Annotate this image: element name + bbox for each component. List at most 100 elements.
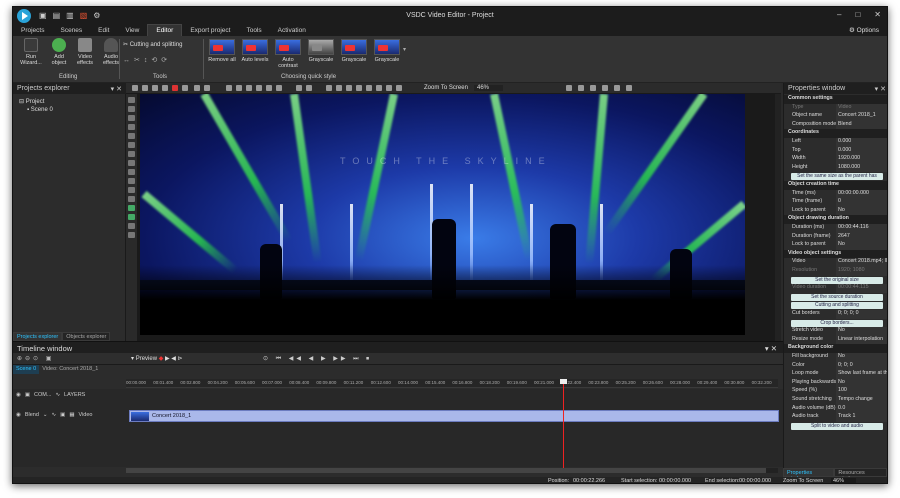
menu-view[interactable]: View — [117, 25, 147, 36]
move-left-icon[interactable] — [366, 85, 372, 91]
zoom-select[interactable]: 46% — [474, 85, 504, 91]
property-button-row[interactable]: Set the original size — [784, 276, 887, 285]
property-row[interactable]: Height 1080.000 — [784, 163, 887, 173]
options-button[interactable]: ⚙ Options — [849, 26, 879, 34]
section-label[interactable]: Object drawing duration — [784, 215, 887, 224]
property-button-row[interactable]: Split to video and audio — [784, 422, 887, 431]
cut-icon[interactable] — [142, 85, 148, 91]
cutting-splitting-button[interactable]: ✂ Cutting and splitting — [123, 41, 182, 48]
center-icon[interactable] — [386, 85, 392, 91]
snap-icon[interactable] — [578, 85, 584, 91]
status-zoom-select[interactable]: 46% — [831, 478, 857, 483]
transport-controls[interactable]: ⊙ ⏮ ◀◀ ◀ ▶ ▶▶ ⏭ ⏹ — [263, 355, 372, 363]
ungroup-icon[interactable] — [306, 85, 312, 91]
property-row[interactable]: Video Concert 2018.mp4; ID — [784, 258, 887, 267]
tab-scene-0[interactable]: Scene 0 — [13, 365, 40, 374]
video-effects-button[interactable]: Video effects — [73, 38, 97, 66]
align-middle-icon[interactable] — [266, 85, 272, 91]
property-row[interactable]: Duration (frame) 2647 — [784, 232, 887, 242]
chevron-down-icon[interactable]: ⌄ — [43, 412, 48, 418]
property-value[interactable]: No — [836, 378, 887, 388]
property-value[interactable]: No — [836, 206, 887, 216]
spectrum-tool-icon[interactable] — [128, 223, 135, 229]
property-row[interactable]: Color 0; 0; 0 — [784, 361, 887, 371]
property-row[interactable]: Audio track Track 1 — [784, 413, 887, 422]
property-value[interactable]: Blend — [836, 120, 887, 130]
property-value[interactable]: Show last frame at the — [836, 370, 887, 379]
ellipse-tool-icon[interactable] — [128, 142, 135, 148]
minimize-icon[interactable]: – — [837, 10, 841, 19]
paste-icon[interactable] — [162, 85, 168, 91]
delete-object-icon[interactable] — [172, 85, 178, 91]
sprite-tool-icon[interactable] — [128, 187, 135, 193]
property-row[interactable]: Audio volume (dB) 0.0 — [784, 404, 887, 414]
property-action-button[interactable]: Cutting and splitting — [791, 302, 883, 310]
pointer-tool-icon[interactable] — [128, 97, 135, 103]
property-row[interactable]: Lock to parent No — [784, 206, 887, 216]
property-value[interactable]: Concert 2018_1 — [836, 112, 887, 121]
timeline-horizontal-scrollbar[interactable] — [126, 468, 778, 473]
property-row[interactable]: Fill background No — [784, 353, 887, 362]
video-clip[interactable]: Concert 2018_1 — [129, 410, 779, 422]
property-action-button[interactable]: Split to video and audio — [791, 422, 883, 430]
property-button-row[interactable]: Cutting and splitting — [784, 301, 887, 310]
property-row[interactable]: Sound stretching Tempo change — [784, 396, 887, 405]
property-value[interactable]: No — [836, 327, 887, 336]
bring-forward-icon[interactable] — [326, 85, 332, 91]
grid-icon[interactable] — [566, 85, 572, 91]
copy-icon[interactable] — [152, 85, 158, 91]
move-right-icon[interactable] — [376, 85, 382, 91]
style-grayscale-1[interactable]: Grayscale — [306, 39, 336, 63]
close-icon[interactable]: ✕ — [874, 10, 881, 19]
move-down-icon[interactable] — [356, 85, 362, 91]
property-value[interactable]: 1920; 1080 — [836, 267, 887, 276]
menu-export-project[interactable]: Export project — [182, 25, 238, 36]
property-value[interactable]: 100 — [836, 387, 887, 396]
tree-item-project[interactable]: ⊟ Project — [19, 98, 53, 106]
tab-objects-explorer[interactable]: Objects explorer — [62, 332, 111, 341]
property-row[interactable]: Resize mode Linear interpolation — [784, 335, 887, 345]
property-action-button[interactable]: Set the original size — [791, 276, 883, 284]
property-value[interactable]: Track 1 — [836, 413, 887, 422]
align-left-icon[interactable] — [226, 85, 232, 91]
text-tool-icon[interactable] — [128, 160, 135, 166]
menu-scenes[interactable]: Scenes — [52, 25, 90, 36]
timeline-ruler[interactable]: 00:00.000 00:01.400 00:02.800 00:04.200 00:0… — [126, 379, 778, 388]
move-up-icon[interactable] — [346, 85, 352, 91]
property-row[interactable]: Object name Concert 2018_1 — [784, 112, 887, 121]
property-row[interactable]: Duration (ms) 00:00:44.116 — [784, 224, 887, 233]
property-button-row[interactable]: Set the same size as the parent has — [784, 172, 887, 181]
lock-icon[interactable]: ▣ — [60, 412, 65, 418]
property-value[interactable]: 0.000 — [836, 138, 887, 147]
run-wizard-button[interactable]: Run Wizard... — [19, 38, 43, 66]
property-action-button[interactable]: Crop borders... — [791, 319, 883, 327]
redo-icon[interactable] — [204, 85, 210, 91]
mask-tool-icon[interactable] — [128, 205, 135, 211]
tree-item-scene[interactable]: ▪ Scene 0 — [19, 106, 53, 114]
playhead-cursor[interactable] — [560, 379, 567, 469]
property-row[interactable]: Top 0.000 — [784, 146, 887, 156]
property-row[interactable]: Playing backwards No — [784, 378, 887, 388]
style-auto-levels[interactable]: Auto levels — [240, 39, 270, 63]
select-icon[interactable] — [132, 85, 138, 91]
property-value[interactable]: 0; 0; 0 — [836, 361, 887, 371]
property-value[interactable]: Linear interpolation — [836, 335, 887, 345]
tab-projects-explorer[interactable]: Projects explorer — [13, 332, 63, 341]
property-value[interactable]: 0.0 — [836, 404, 887, 414]
curve-tool-icon[interactable] — [128, 151, 135, 157]
preview-quality-icon[interactable] — [626, 85, 632, 91]
property-button-row[interactable]: Set the source duration — [784, 293, 887, 302]
section-label[interactable]: Object creation time — [784, 181, 887, 190]
menu-edit[interactable]: Edit — [90, 25, 117, 36]
property-row[interactable]: Cut borders 0; 0; 0; 0 — [784, 310, 887, 319]
undo-icon[interactable] — [194, 85, 200, 91]
menu-editor[interactable]: Editor — [147, 24, 183, 36]
tab-properties-window[interactable]: Properties window — [783, 468, 835, 482]
property-value[interactable]: 0; 0; 0; 0 — [836, 310, 887, 319]
eye-icon[interactable]: ◉ — [16, 412, 21, 418]
style-grayscale-2[interactable]: Grayscale — [339, 39, 369, 63]
property-row[interactable]: Width 1920.000 — [784, 155, 887, 164]
group-icon[interactable] — [296, 85, 302, 91]
align-top-icon[interactable] — [256, 85, 262, 91]
tools-row-icons[interactable]: ↔✂↕⟲⟳ — [123, 56, 171, 64]
